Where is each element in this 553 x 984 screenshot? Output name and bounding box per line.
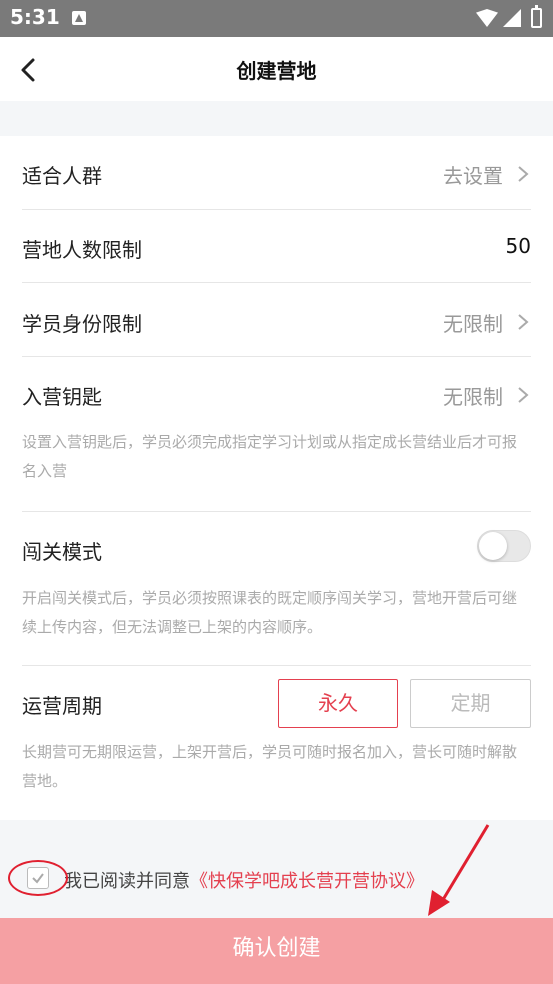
row-cycle-label: 运营周期 xyxy=(22,694,102,718)
nav-bar: 创建营地 xyxy=(0,37,553,101)
challenge-mode-hint: 开启闯关模式后，学员必须按照课表的既定顺序闯关学习，营地开营后可继续上传内容，但… xyxy=(22,589,518,636)
confirm-create-button[interactable]: 确认创建 xyxy=(0,918,553,984)
chevron-right-icon xyxy=(518,314,529,330)
row-audience-label: 适合人群 xyxy=(22,164,102,188)
challenge-mode-toggle[interactable] xyxy=(477,530,531,562)
status-time: 5:31 xyxy=(10,5,60,29)
entry-key-hint: 设置入营钥匙后，学员必须完成指定学习计划或从指定成长营结业后才可报名入营 xyxy=(22,433,518,480)
battery-icon xyxy=(531,5,542,28)
cycle-option-permanent[interactable]: 永久 xyxy=(278,679,398,728)
signal-icon xyxy=(503,9,521,27)
row-audience-value: 去设置 xyxy=(443,164,503,188)
capacity-value[interactable]: 50 xyxy=(506,234,531,258)
row-capacity-label: 营地人数限制 xyxy=(22,238,142,262)
annotation-arrow-icon xyxy=(428,824,490,916)
cycle-hint: 长期营可无期限运营，上架开营后，学员可随时报名加入，营长可随时解散营地。 xyxy=(22,743,518,790)
row-identity[interactable]: 学员身份限制 无限制 xyxy=(22,283,531,356)
row-identity-value: 无限制 xyxy=(443,312,503,336)
row-entry-key[interactable]: 入营钥匙 无限制 xyxy=(22,357,531,427)
row-challenge-label: 闯关模式 xyxy=(22,540,102,564)
row-entry-key-label: 入营钥匙 xyxy=(22,385,102,409)
row-audience[interactable]: 适合人群 去设置 xyxy=(22,136,531,209)
row-identity-label: 学员身份限制 xyxy=(22,312,142,336)
section-gap xyxy=(0,101,553,136)
agreement-prefix: 我已阅读并同意 xyxy=(64,871,190,892)
toggle-knob xyxy=(479,532,507,560)
status-bar: 5:31 xyxy=(0,0,553,37)
chevron-right-icon xyxy=(518,387,529,403)
agreement-text: 我已阅读并同意《快保学吧成长营开营协议》 xyxy=(64,867,424,893)
row-entry-key-value: 无限制 xyxy=(443,385,503,409)
agreement-link[interactable]: 《快保学吧成长营开营协议》 xyxy=(190,871,424,892)
annotation-circle xyxy=(8,860,68,896)
cycle-option-periodic[interactable]: 定期 xyxy=(410,679,531,728)
row-capacity[interactable]: 营地人数限制 50 xyxy=(22,210,531,282)
chevron-right-icon xyxy=(518,166,529,182)
page-title: 创建营地 xyxy=(236,59,317,83)
wifi-icon xyxy=(476,9,498,27)
notification-icon xyxy=(72,11,86,25)
row-challenge-mode: 闯关模式 xyxy=(22,512,531,582)
